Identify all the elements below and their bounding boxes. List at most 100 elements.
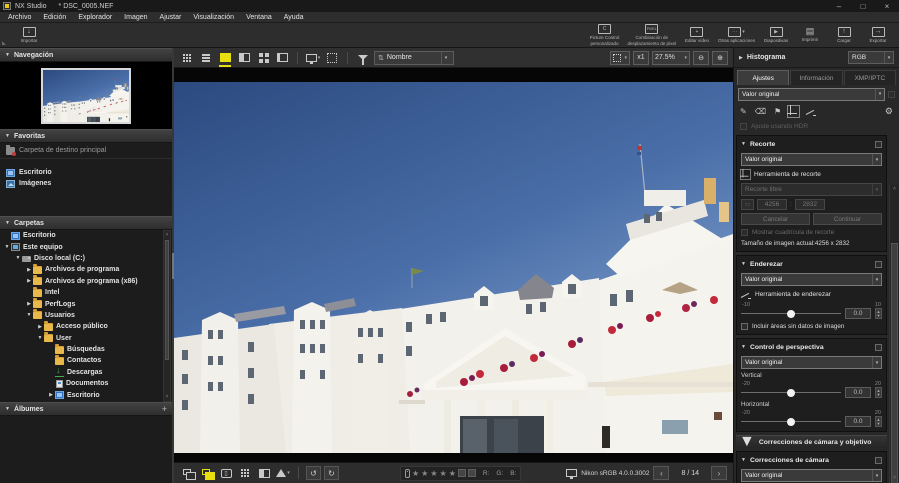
histogram-overlay-button[interactable]: ▾ [275, 466, 291, 480]
expander-icon[interactable]: ▼ [36, 335, 44, 341]
favorite-pictures[interactable]: Imágenes [0, 178, 172, 189]
folders-header[interactable]: ▼ Carpetas [0, 216, 172, 230]
tree-item-escritorio[interactable]: Escritorio [0, 230, 172, 241]
enderezar-checkbox[interactable] [875, 260, 882, 268]
retouch-brush-icon[interactable]: ✎ [740, 107, 747, 116]
favorite-desktop[interactable]: Escritorio [0, 167, 172, 178]
expander-icon[interactable]: ▶ [25, 278, 33, 284]
menu-imagen[interactable]: Imagen [124, 14, 147, 21]
picture-control-button[interactable]: C Picture Control personalizado [586, 23, 624, 47]
panel-scrollbar[interactable]: ˄ ˅ [889, 185, 899, 483]
recorte-checkbox[interactable] [875, 140, 882, 148]
thumbnail-view-button[interactable] [255, 51, 271, 65]
crop-tool-row[interactable]: Herramienta de recorte [739, 168, 882, 181]
favorite-main-destination[interactable]: Carpeta de destino principal [0, 144, 172, 156]
protect-toggle-button[interactable] [467, 469, 476, 477]
camera-lens-group-header[interactable]: ▼ Correcciones de cámara y objetivo [736, 433, 887, 450]
single-view-button[interactable] [217, 51, 233, 67]
split-view-button[interactable] [236, 51, 252, 65]
filmstrip-view-button[interactable] [274, 51, 290, 65]
recorte-preset-dropdown[interactable]: Valor original ▾ [741, 153, 882, 166]
import-button[interactable]: ↓ Importar [12, 26, 46, 44]
tree-item-este-equipo[interactable]: ▼ Este equipo [0, 241, 172, 252]
tree-item-disco-local[interactable]: ▼ Disco local (C:) [0, 253, 172, 264]
slider-handle[interactable] [787, 309, 795, 318]
star-icon[interactable]: ★ [412, 469, 419, 478]
close-button[interactable]: × [875, 0, 899, 12]
tree-item-archivos-programa[interactable]: ▶ Archivos de programa [0, 263, 172, 275]
color-point-icon[interactable]: ⚑ [774, 107, 781, 116]
navigation-thumbnail[interactable] [41, 67, 131, 124]
slider-handle[interactable] [787, 417, 795, 426]
navigation-header[interactable]: ▼ Navegación [0, 48, 172, 62]
value-stepper[interactable]: ▲ ▼ [875, 416, 882, 427]
slideshow-button[interactable]: ▶ Diapositivas [759, 23, 793, 47]
crop-grid-checkbox[interactable] [741, 229, 748, 236]
fit-screen-dropdown[interactable]: ▾ [610, 50, 630, 65]
focus-point-button[interactable] [256, 466, 272, 480]
perspectiva-preset-dropdown[interactable]: Valor original ▾ [741, 356, 882, 369]
expander-icon[interactable]: ▶ [47, 392, 55, 398]
tree-item-escritorio-user[interactable]: ▶ Escritorio [0, 389, 172, 400]
tree-item-acceso-publico[interactable]: ▶ Acceso público [0, 320, 172, 332]
straighten-tool-row[interactable]: Herramienta de enderezar [741, 289, 882, 300]
star-icon[interactable]: ★ [430, 469, 437, 478]
value-stepper[interactable]: ▲ ▼ [875, 387, 882, 398]
camara-checkbox[interactable] [875, 456, 882, 464]
eraser-icon[interactable]: ⌫ [755, 107, 766, 116]
zoom-in-button[interactable]: ⊕ [712, 50, 728, 65]
slider-handle[interactable] [787, 388, 795, 397]
vertical-slider[interactable] [741, 388, 841, 397]
edit-video-button[interactable]: + Editar vídeo [680, 23, 714, 47]
scrollbar-thumb[interactable] [165, 240, 169, 360]
expander-icon[interactable]: ▼ [3, 244, 11, 250]
menu-archivo[interactable]: Archivo [8, 14, 31, 21]
horizontal-slider[interactable] [741, 417, 841, 426]
perspectiva-header[interactable]: ▼ Control de perspectiva [741, 341, 882, 353]
print-button[interactable]: ▤ Imprimir [793, 23, 827, 47]
label-toggle-button[interactable] [457, 469, 466, 477]
upload-button[interactable]: ↑ Cargar [827, 23, 861, 47]
scroll-up-icon[interactable]: ˄ [164, 231, 170, 239]
fullscreen-button[interactable] [324, 51, 340, 65]
crop-cancel-button[interactable]: Cancelar [741, 213, 810, 225]
recorte-header[interactable]: ▼ Recorte [741, 138, 882, 150]
tree-item-descargas[interactable]: Descargas [0, 365, 172, 378]
tree-item-archivos-programa-x86[interactable]: ▶ Archivos de programa (x86) [0, 275, 172, 287]
previous-image-button[interactable]: ‹ [653, 466, 670, 480]
sort-dropdown[interactable]: ⇅ Nombre ▾ [374, 50, 454, 65]
horizontal-value-input[interactable] [845, 416, 871, 427]
rating-pin-icon[interactable] [405, 468, 410, 478]
menu-ventana[interactable]: Ventana [246, 14, 272, 21]
crop-continue-button[interactable]: Continuar [813, 213, 882, 225]
tree-item-user[interactable]: ▼ User [0, 332, 172, 344]
zoom-1to1-button[interactable]: x1 [633, 50, 649, 65]
grid-overlay-button[interactable] [237, 466, 253, 480]
filter-button[interactable] [355, 51, 371, 65]
perspectiva-checkbox[interactable] [875, 343, 882, 351]
info-overlay-button[interactable]: ▯ [218, 466, 234, 480]
crop-height-input[interactable] [794, 199, 825, 210]
tab-informacion[interactable]: Información [790, 70, 843, 85]
expander-icon[interactable]: ▼ [25, 312, 33, 318]
rotate-right-button[interactable]: ↻ [324, 466, 339, 480]
straighten-value-input[interactable] [845, 308, 871, 319]
straighten-tool-icon[interactable] [806, 108, 817, 116]
add-album-button[interactable]: + [162, 404, 167, 414]
star-icon[interactable]: ★ [449, 469, 456, 478]
menu-explorador[interactable]: Explorador [78, 14, 112, 21]
other-apps-button[interactable]: ⋯ ▾ Otras aplicaciones [714, 23, 759, 47]
collapse-toolbar-icon[interactable] [2, 41, 6, 45]
scroll-down-icon[interactable]: ˅ [164, 393, 170, 401]
straighten-slider[interactable] [741, 309, 841, 318]
hdr-checkbox[interactable] [740, 123, 747, 130]
list-view-button[interactable] [198, 51, 214, 65]
zoom-out-button[interactable]: ⊖ [693, 50, 709, 65]
histogram-channel-dropdown[interactable]: RGB ▾ [848, 51, 894, 64]
enderezar-header[interactable]: ▼ Enderezar [741, 258, 882, 270]
next-image-button[interactable]: › [711, 466, 727, 480]
tree-item-documentos[interactable]: Documentos [0, 378, 172, 389]
tab-ajustes[interactable]: Ajustes [737, 70, 790, 85]
folder-tree-scrollbar[interactable]: ˄ ˅ [163, 230, 171, 402]
maximize-button[interactable]: □ [851, 0, 875, 12]
